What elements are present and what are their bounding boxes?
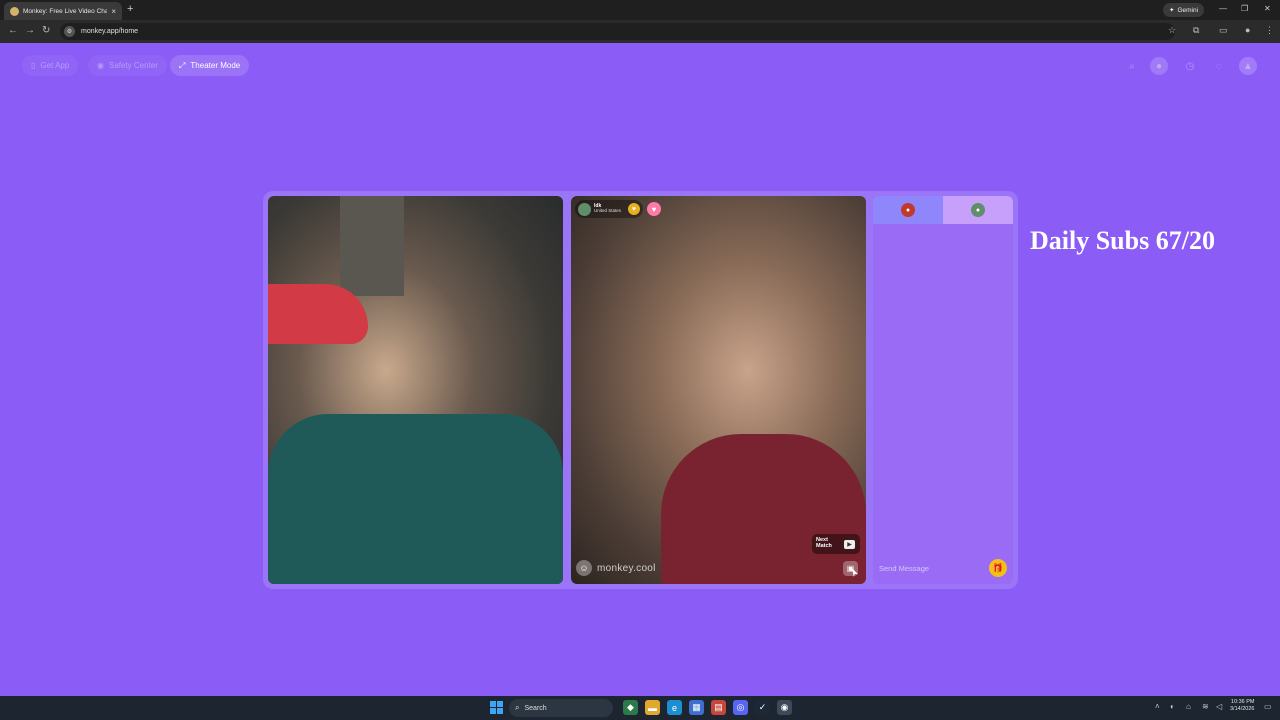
remote-user-country: United States (594, 208, 622, 214)
windows-start-icon[interactable] (490, 701, 503, 714)
address-bar[interactable]: ⚙ monkey.app/home (60, 23, 1175, 40)
watermark-text: monkey.cool (597, 562, 656, 574)
daily-subs-overlay: Daily Subs 67/20 (1030, 226, 1215, 255)
next-match-key-icon: ▶ (844, 539, 855, 549)
url-text: monkey.app/home (81, 28, 139, 35)
tab-title: Monkey: Free Live Video Chat (23, 7, 108, 15)
sparkle-icon: ✦ (1169, 7, 1175, 14)
search-glass-icon: ⌕ (515, 703, 520, 712)
chat-header: ● ● (873, 196, 1013, 224)
tray-network-icon[interactable]: ⌂ (1186, 702, 1191, 711)
chrome-icon[interactable]: ◉ (777, 700, 792, 715)
chat-tab-remote[interactable]: ● (943, 196, 1013, 224)
browser-tab[interactable]: Monkey: Free Live Video Chat × (4, 2, 122, 20)
reload-icon[interactable]: ↻ (42, 25, 50, 36)
chat-input-row: 🎁 (873, 552, 1013, 584)
safety-center-label: Safety Center (108, 61, 158, 70)
monkey-watermark: ☺ monkey.cool (576, 560, 656, 576)
remote-user-avatar-icon: ● (971, 203, 985, 217)
clock-time: 10:36 PM (1230, 699, 1255, 705)
clock-date: 3/14/2026 (1230, 706, 1255, 713)
gift-icon[interactable]: 🎁 (989, 559, 1007, 577)
wall-poster (340, 196, 404, 296)
theater-mode-label: Theater Mode (190, 61, 241, 70)
local-video (268, 196, 563, 584)
volume-icon[interactable]: ◁ (1216, 702, 1222, 711)
profile-icon[interactable]: ▲ (1239, 57, 1257, 75)
microsoft-store-icon[interactable]: ▦ (689, 700, 704, 715)
chat-message-input[interactable] (879, 563, 989, 573)
get-app-label: Get App (40, 61, 70, 70)
add-friend-icon[interactable]: ♥ (628, 203, 640, 215)
local-user-avatar-icon: ● (901, 203, 915, 217)
store-icon[interactable]: ◆ (623, 700, 638, 715)
remote-user-shirt (661, 434, 866, 584)
cast-icon[interactable]: ▭ (1219, 25, 1228, 36)
history-icon[interactable]: ◷ (1181, 57, 1199, 75)
avatar-icon[interactable]: ● (1150, 57, 1168, 75)
chat-tab-local[interactable]: ● (873, 196, 943, 224)
extensions-icon[interactable]: ⧉ (1193, 25, 1199, 36)
theater-mode-button[interactable]: ⤢ Theater Mode (170, 55, 250, 76)
next-match-button[interactable]: Next Match ▶ (812, 534, 860, 554)
phone-icon: ▯ (31, 61, 36, 70)
taskbar-clock[interactable]: 10:36 PM 3/14/2026 (1230, 699, 1254, 713)
remote-video (571, 196, 866, 584)
back-icon[interactable]: ← (8, 25, 18, 36)
browser-toolbar: ← → ↻ ⚙ monkey.app/home ☆ ⧉ ▭ ● ⋮ (0, 20, 1280, 43)
chat-icon[interactable]: ◌ (1210, 57, 1228, 75)
remote-user-info: ldk United States (594, 204, 621, 214)
notification-icon[interactable]: ▭ (1264, 702, 1272, 711)
heart-icon[interactable]: ♥ (647, 202, 661, 216)
steam-icon[interactable]: ✓ (755, 700, 770, 715)
new-tab-button[interactable]: + (127, 3, 133, 15)
next-match-label: Next Match (816, 537, 832, 549)
remote-user-chip[interactable]: ldk United States ♥ (575, 200, 643, 218)
tab-close-icon[interactable]: × (111, 7, 116, 16)
chat-panel: ● ● 🎁 (873, 196, 1013, 584)
file-explorer-icon[interactable]: ▬ (645, 700, 660, 715)
wifi-icon[interactable]: ≋ (1202, 702, 1209, 711)
tray-chevron-icon[interactable]: ˄ (1155, 702, 1160, 711)
taskbar-search-label: Search (524, 704, 547, 712)
site-info-icon[interactable]: ⚙ (64, 26, 75, 37)
local-user-shirt (268, 414, 563, 584)
gemini-button[interactable]: ✦ Gemini (1163, 3, 1205, 17)
shield-icon: ◉ (97, 61, 104, 70)
taskbar-search[interactable]: ⌕ Search (509, 699, 613, 717)
remote-user-avatar (578, 202, 591, 216)
restore-icon[interactable]: ❐ (1241, 4, 1248, 13)
monkey-logo-icon: ☺ (576, 560, 592, 576)
safety-center-button[interactable]: ◉ Safety Center (88, 55, 167, 76)
bookmark-star-icon[interactable]: ☆ (1168, 25, 1176, 36)
search-icon[interactable]: ⌕ (1123, 57, 1141, 75)
expand-icon: ⤢ (179, 60, 186, 70)
get-app-button[interactable]: ▯ Get App (22, 55, 79, 76)
tray-app-icon[interactable]: ◐ (1170, 702, 1175, 711)
discord-icon[interactable]: ◎ (733, 700, 748, 715)
gemini-label: Gemini (1177, 6, 1199, 14)
windows-taskbar: ⌕ Search ◆ ▬ e ▦ ▤ ◎ ✓ ◉ ˄ ◐ ⌂ ≋ ◁ 10:36… (0, 696, 1280, 720)
close-window-icon[interactable]: ✕ (1264, 4, 1271, 13)
media-app-icon[interactable]: ▤ (711, 700, 726, 715)
profile-avatar-icon[interactable]: ● (1245, 25, 1250, 35)
menu-dots-icon[interactable]: ⋮ (1265, 25, 1274, 36)
edge-icon[interactable]: e (667, 700, 682, 715)
monkey-favicon-icon (10, 6, 19, 16)
minimize-icon[interactable]: — (1219, 4, 1227, 13)
forward-icon[interactable]: → (25, 25, 35, 36)
browser-tab-bar: Monkey: Free Live Video Chat × + ✦ Gemin… (0, 0, 1280, 20)
